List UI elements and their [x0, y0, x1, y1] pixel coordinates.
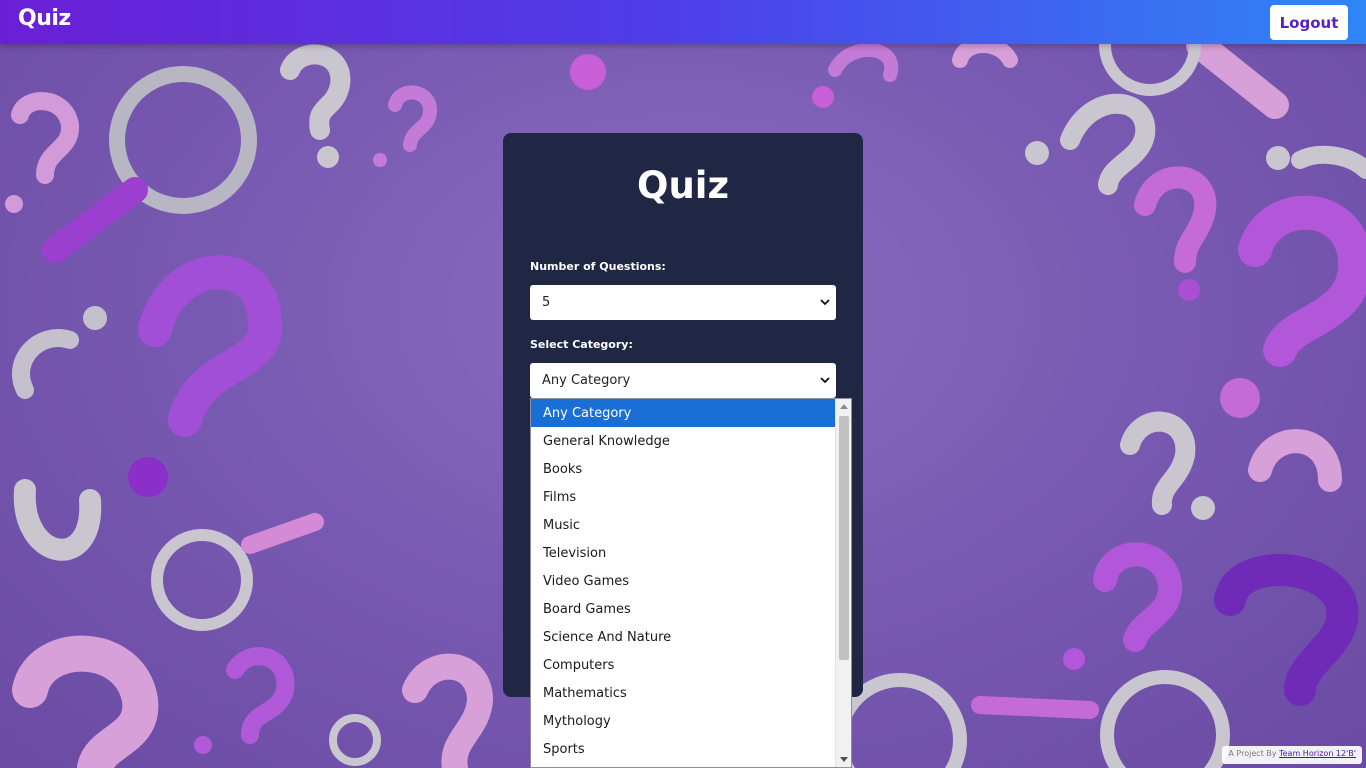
category-dropdown-list[interactable]: Any Category General Knowledge Books Fil…	[530, 398, 852, 768]
option-sports[interactable]: Sports	[531, 735, 836, 763]
category-label: Select Category:	[530, 338, 633, 351]
option-board-games[interactable]: Board Games	[531, 595, 836, 623]
logout-button[interactable]: Logout	[1270, 5, 1348, 40]
questions-count-label: Number of Questions:	[530, 260, 666, 273]
category-value: Any Category	[542, 373, 631, 388]
scroll-down-arrow-icon[interactable]	[840, 757, 848, 762]
option-science-and-nature[interactable]: Science And Nature	[531, 623, 836, 651]
credit-link[interactable]: Team Horizon 12'B'	[1279, 749, 1356, 758]
option-video-games[interactable]: Video Games	[531, 567, 836, 595]
option-mythology[interactable]: Mythology	[531, 707, 836, 735]
questions-count-value: 5	[542, 295, 551, 310]
option-mathematics[interactable]: Mathematics	[531, 679, 836, 707]
chevron-down-icon	[820, 299, 830, 306]
option-computers[interactable]: Computers	[531, 651, 836, 679]
brand-logo[interactable]: Quiz	[18, 6, 71, 31]
option-films[interactable]: Films	[531, 483, 836, 511]
option-general-knowledge[interactable]: General Knowledge	[531, 427, 836, 455]
project-credit: A Project By Team Horizon 12'B'	[1222, 746, 1362, 764]
dropdown-scrollbar[interactable]	[835, 399, 851, 767]
option-television[interactable]: Television	[531, 539, 836, 567]
card-title: Quiz	[636, 164, 729, 207]
chevron-down-icon	[820, 377, 830, 384]
option-books[interactable]: Books	[531, 455, 836, 483]
scroll-up-arrow-icon[interactable]	[840, 404, 848, 409]
option-music[interactable]: Music	[531, 511, 836, 539]
top-navbar: Quiz Logout	[0, 0, 1366, 44]
option-any-category[interactable]: Any Category	[531, 399, 836, 427]
credit-prefix: A Project By	[1228, 749, 1277, 758]
category-select[interactable]: Any Category	[530, 363, 836, 398]
questions-count-select[interactable]: 5	[530, 285, 836, 320]
scrollbar-thumb[interactable]	[839, 416, 849, 660]
